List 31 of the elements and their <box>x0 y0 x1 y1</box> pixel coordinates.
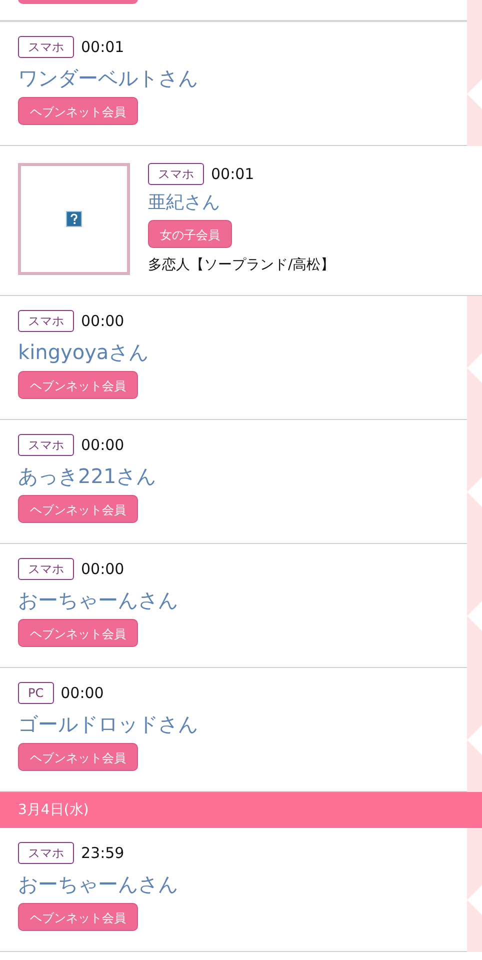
device-tag: スマホ <box>18 310 74 332</box>
member-badge: ヘブンネット会員 <box>18 97 138 125</box>
device-tag: スマホ <box>18 558 74 580</box>
shop-name: 多恋人【ソープランド/高松】 <box>148 256 335 274</box>
device-tag: スマホ <box>18 842 74 864</box>
device-tag: スマホ <box>18 434 74 456</box>
member-badge: ヘブンネット会員 <box>18 619 138 647</box>
user-name-link[interactable]: おーちゃーんさん <box>18 587 178 613</box>
user-name-link[interactable]: kingyoyaさん <box>18 339 149 365</box>
member-badge: ヘブンネット会員 <box>18 495 138 523</box>
user-name-link[interactable]: 亜紀さん <box>148 190 335 216</box>
user-name-link[interactable]: ワンダーベルトさん <box>18 65 198 91</box>
access-time: 23:59 <box>81 844 124 862</box>
access-time: 00:01 <box>81 38 124 56</box>
user-name-link[interactable]: あっき221さん <box>18 463 156 489</box>
access-time: 00:01 <box>211 165 254 183</box>
access-time: 00:00 <box>81 436 124 454</box>
broken-image-icon <box>66 211 82 227</box>
access-time: 00:00 <box>60 684 104 702</box>
user-name-link[interactable]: ゴールドロッドさん <box>18 711 198 737</box>
member-badge: 女の子会員 <box>148 220 232 248</box>
member-badge: ヘブンネット会員 <box>18 903 138 931</box>
device-tag: スマホ <box>148 163 204 185</box>
access-time: 00:00 <box>81 312 124 330</box>
member-badge: ヘブンネット会員 <box>18 743 138 771</box>
device-tag: PC <box>18 682 54 704</box>
member-badge: ヘブンネット会員 <box>18 371 138 399</box>
date-header: 3月4日(水) <box>0 792 482 828</box>
access-time: 00:00 <box>81 560 124 578</box>
user-name-link[interactable]: おーちゃーんさん <box>18 871 178 897</box>
device-tag: スマホ <box>18 36 74 58</box>
